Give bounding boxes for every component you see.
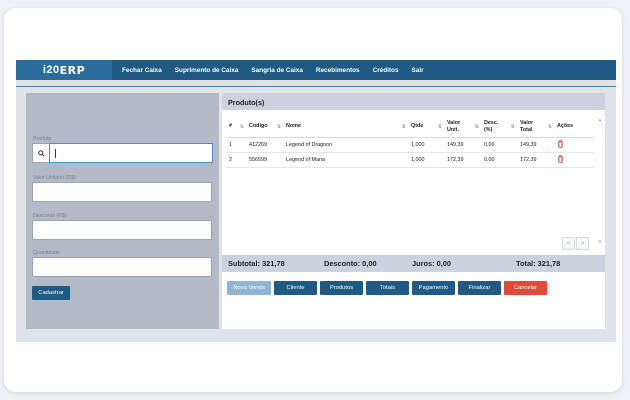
nav-recebimentos[interactable]: Recebimentos — [316, 67, 360, 74]
table-row: 2 556599 Legend of Mana 1,000 172,39 0,0… — [226, 152, 594, 168]
row-valor-total: 149,39 — [517, 137, 554, 153]
totais-button[interactable]: Totais — [366, 281, 409, 295]
col-acoes: Ações — [554, 117, 594, 138]
row-nome: Legend of Mana — [283, 152, 408, 168]
nav-sangria-caixa[interactable]: Sangria de Caixa — [251, 67, 303, 74]
totals-bar: Subtotal: 321,78 Desconto: 0,00 Juros: 0… — [222, 255, 605, 272]
row-desc: 0,00 — [481, 152, 517, 168]
row-qtde: 1,000 — [408, 137, 444, 153]
scroll-down-icon[interactable]: ▼ — [598, 239, 602, 244]
row-actions — [554, 137, 594, 153]
nova-venda-button[interactable]: Nova Venda — [227, 281, 271, 295]
produto-search — [32, 143, 213, 163]
pagination: < > — [561, 237, 589, 250]
nav-creditos[interactable]: Créditos — [373, 67, 399, 74]
trash-icon[interactable] — [557, 154, 564, 163]
produtos-button[interactable]: Produtos — [320, 281, 363, 295]
juros: Juros: 0,00 — [412, 259, 452, 268]
divider — [16, 86, 616, 87]
nav-suprimento-caixa[interactable]: Suprimento de Caixa — [175, 67, 239, 74]
total: Total: 321,78 — [516, 259, 561, 268]
produto-label: Produto — [33, 136, 52, 142]
desconto-label: Desconto (R$) — [33, 213, 67, 219]
action-bar: Nova Venda Cliente Produtos Totais Pagam… — [227, 281, 550, 295]
logo-suffix: ERP — [59, 63, 86, 77]
table-header: # ⇅ Código ⇅ Nome ⇅ Qtde ⇅ Valor Unit. ⇅ Desc… — [226, 117, 594, 138]
row-n: 1 — [226, 137, 246, 153]
trash-icon[interactable] — [557, 139, 564, 148]
nav-sair[interactable]: Sair — [412, 67, 424, 74]
desconto-total: Desconto: 0,00 — [324, 259, 377, 268]
erp-app: i20 ERP Fechar Caixa Suprimento de Caixa … — [16, 60, 616, 342]
finalizar-button[interactable]: Finalizar — [458, 281, 501, 295]
logo-prefix: i20 — [42, 64, 60, 76]
row-codigo: 412269 — [246, 137, 283, 153]
col-n[interactable]: # ⇅ — [226, 117, 246, 138]
pagamento-button[interactable]: Pagamento — [412, 281, 455, 295]
logo[interactable]: i20 ERP — [16, 60, 112, 80]
cadastrar-button[interactable]: Cadastrar — [32, 286, 70, 300]
row-desc: 0,00 — [481, 137, 517, 153]
col-codigo[interactable]: Código ⇅ — [246, 117, 283, 138]
valor-unitario-label: Valor Unitário (R$) — [33, 175, 76, 181]
cancelar-button[interactable]: Cancelar — [504, 281, 547, 295]
next-page-button[interactable]: > — [576, 237, 589, 250]
table-row: 1 412269 Legend of Dragoon 1,000 149,39 … — [226, 137, 594, 153]
row-n: 2 — [226, 152, 246, 168]
nav-fechar-caixa[interactable]: Fechar Caixa — [122, 67, 162, 74]
row-actions — [554, 152, 594, 168]
top-nav: i20 ERP Fechar Caixa Suprimento de Caixa … — [16, 60, 616, 80]
products-panel: Produto(s) # ⇅ Código ⇅ Nome ⇅ Qtde ⇅ Valor … — [222, 93, 605, 329]
cliente-button[interactable]: Cliente — [274, 281, 317, 295]
row-nome: Legend of Dragoon — [283, 137, 408, 153]
row-valor-unit: 149,39 — [444, 137, 481, 153]
desconto-input[interactable] — [32, 220, 212, 240]
quantidade-label: Quantidade — [33, 250, 60, 256]
subtotal: Subtotal: 321,78 — [228, 259, 285, 268]
prev-page-button[interactable]: < — [562, 237, 575, 250]
col-qtde[interactable]: Qtde ⇅ — [408, 117, 444, 138]
products-table: # ⇅ Código ⇅ Nome ⇅ Qtde ⇅ Valor Unit. ⇅ Desc… — [226, 117, 594, 168]
row-codigo: 556599 — [246, 152, 283, 168]
row-valor-unit: 172,39 — [444, 152, 481, 168]
search-icon[interactable] — [32, 143, 49, 163]
valor-unitario-input[interactable] — [32, 182, 212, 202]
row-valor-total: 172,39 — [517, 152, 554, 168]
col-nome[interactable]: Nome ⇅ — [283, 117, 408, 138]
col-desc[interactable]: Desc. (%) ⇅ — [481, 117, 517, 138]
scroll-up-icon[interactable]: ▲ — [598, 117, 602, 122]
produto-input[interactable] — [49, 143, 213, 163]
row-qtde: 1,000 — [408, 152, 444, 168]
products-title: Produto(s) — [222, 93, 605, 110]
product-form: Produto Valor Unitário (R$) Desconto (R$… — [26, 93, 219, 329]
col-valor-unit[interactable]: Valor Unit. ⇅ — [444, 117, 481, 138]
col-valor-total[interactable]: Valor Total ⇅ — [517, 117, 554, 138]
table-scrollbar[interactable]: ▲ ▼ — [598, 117, 603, 244]
quantidade-input[interactable] — [32, 257, 212, 277]
